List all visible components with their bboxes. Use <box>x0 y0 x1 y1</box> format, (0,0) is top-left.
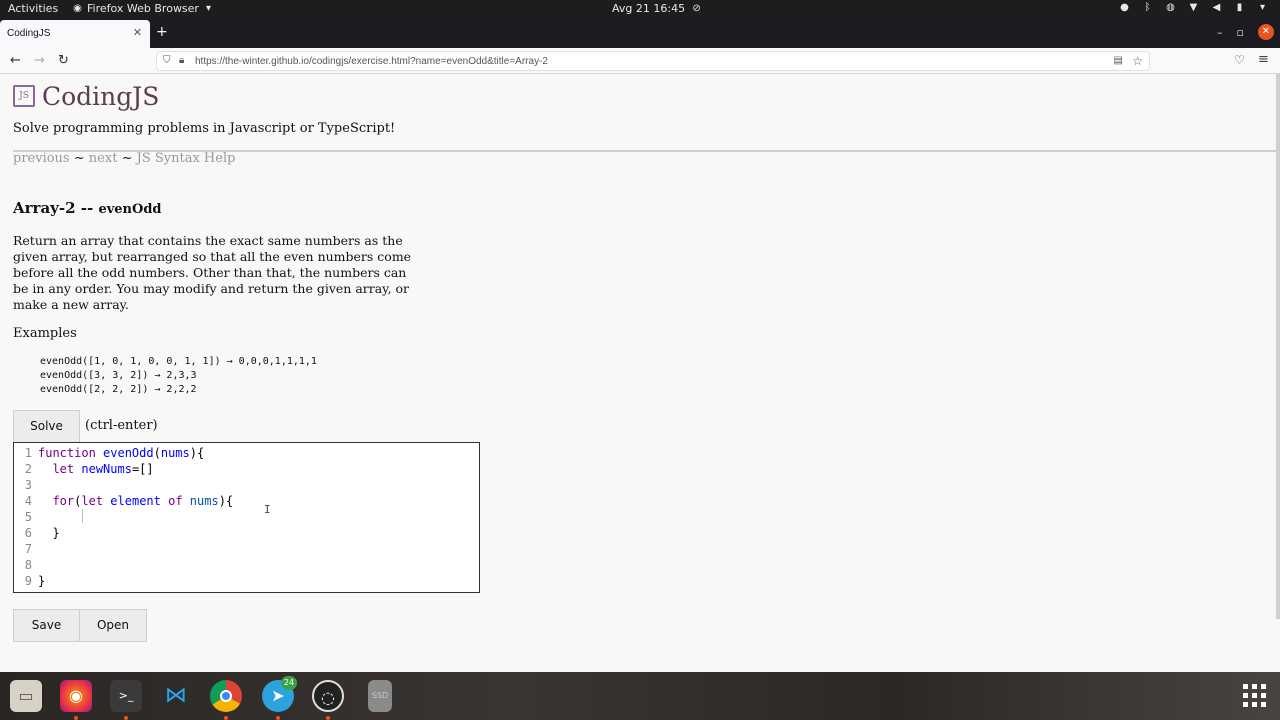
back-icon[interactable]: ← <box>10 53 21 68</box>
mouse-ibeam-icon: I <box>264 503 271 516</box>
line-number: 1 <box>24 446 32 460</box>
code-line[interactable]: function evenOdd(nums){ <box>38 445 204 461</box>
running-indicator <box>224 716 228 720</box>
line-number: 9 <box>24 574 32 588</box>
wifi-icon[interactable]: ▼ <box>1188 2 1199 13</box>
url-bar[interactable]: ⛉ 🔒︎ https://the-winter.github.io/coding… <box>156 51 1150 71</box>
new-tab-icon[interactable]: + <box>156 24 168 40</box>
line-number: 8 <box>24 558 32 572</box>
terminal-app-icon[interactable]: >_ <box>110 680 142 712</box>
firefox-app-icon[interactable]: ◉ <box>60 680 92 712</box>
exercise-nav: previous ~ next ~ JS Syntax Help <box>13 151 235 166</box>
lock-icon[interactable]: 🔒︎ <box>179 55 184 66</box>
volume-icon[interactable]: ◀ <box>1211 2 1222 13</box>
code-line[interactable]: } <box>38 573 45 589</box>
page-scrollbar[interactable] <box>1276 74 1280 619</box>
code-line[interactable]: let newNums=[] <box>38 461 153 477</box>
line-number: 3 <box>24 478 32 492</box>
tab-title: CodingJS <box>7 28 51 39</box>
chevron-down-icon: ▾ <box>205 3 211 14</box>
running-indicator <box>74 716 78 720</box>
close-window-icon[interactable]: ✕ <box>1258 24 1274 40</box>
line-number: 6 <box>24 526 32 540</box>
navigation-toolbar: ← → ↻ ⛉ 🔒︎ https://the-winter.github.io/… <box>0 48 1280 74</box>
vscode-app-icon[interactable]: ⋈ <box>160 680 192 712</box>
notifications-muted-icon: ⊘ <box>692 3 701 14</box>
bookmark-star-icon[interactable]: ☆ <box>1132 54 1143 68</box>
nav-separator: ~ <box>73 151 85 166</box>
text-cursor <box>82 509 83 523</box>
system-tray[interactable]: ● ᛒ ◍ ▼ ◀ ▮ ▾ <box>1119 2 1268 13</box>
examples-heading: Examples <box>13 326 77 341</box>
save-button[interactable]: Save <box>13 609 80 642</box>
clock[interactable]: Avg 21 16:45 ⊘ <box>612 2 702 15</box>
example-line: evenOdd([1, 0, 1, 0, 0, 1, 1]) → 0,0,0,1… <box>40 356 317 367</box>
close-tab-icon[interactable]: ✕ <box>133 26 142 39</box>
nav-separator: ~ <box>121 151 133 166</box>
tab-codingjs[interactable]: CodingJS ✕ <box>0 20 150 48</box>
tracking-shield-icon[interactable]: ⛉ <box>163 55 171 66</box>
obs-tray-icon[interactable]: ● <box>1119 2 1130 13</box>
exercise-title: Array-2 -- evenOdd <box>13 199 162 217</box>
window-controls: – ▫ ✕ <box>1217 24 1274 40</box>
example-line: evenOdd([3, 3, 2]) → 2,3,3 <box>40 370 197 381</box>
minimize-icon[interactable]: – <box>1217 26 1223 39</box>
disk-drive-icon[interactable]: SSD <box>368 680 392 712</box>
next-link[interactable]: next <box>89 151 118 166</box>
examples-list: evenOdd([1, 0, 1, 0, 0, 1, 1]) → 0,0,0,1… <box>40 355 317 397</box>
solve-button[interactable]: Solve <box>13 410 80 443</box>
firefox-small-icon: ◉ <box>73 3 82 14</box>
power-menu-icon[interactable]: ▾ <box>1257 2 1268 13</box>
bluetooth-icon[interactable]: ᛒ <box>1142 2 1153 13</box>
app-menu-label: Firefox Web Browser <box>87 2 199 15</box>
dock: ▭ ◉ >_ ⋈ ➤ ◌ SSD <box>0 672 1280 720</box>
running-indicator <box>124 716 128 720</box>
reload-icon[interactable]: ↻ <box>58 53 69 68</box>
exercise-description: Return an array that contains the exact … <box>13 233 412 312</box>
exercise-name: evenOdd <box>98 202 162 217</box>
open-button[interactable]: Open <box>79 609 147 642</box>
activities-button[interactable]: Activities <box>8 2 58 15</box>
codingjs-logo: JS <box>13 85 35 107</box>
exercise-category: Array-2 -- <box>13 199 94 217</box>
system-top-bar: Activities ◉ Firefox Web Browser ▾ Avg 2… <box>0 0 1280 18</box>
running-indicator <box>276 716 280 720</box>
battery-icon[interactable]: ▮ <box>1234 2 1245 13</box>
chrome-app-icon[interactable] <box>210 680 242 712</box>
solve-shortcut-hint: (ctrl-enter) <box>85 418 158 433</box>
chrome-tray-icon[interactable]: ◍ <box>1165 2 1176 13</box>
line-number: 4 <box>24 494 32 508</box>
url-text[interactable]: https://the-winter.github.io/codingjs/ex… <box>195 56 548 67</box>
code-editor[interactable]: 1 function evenOdd(nums){ 2 let newNums=[… <box>13 442 480 593</box>
hamburger-menu-icon[interactable]: ≡ <box>1258 52 1269 67</box>
telegram-unread-badge: 24 <box>281 676 297 690</box>
forward-icon[interactable]: → <box>34 53 45 68</box>
site-tagline: Solve programming problems in Javascript… <box>13 121 396 136</box>
reader-view-icon[interactable]: ▤ <box>1114 55 1123 66</box>
files-app-icon[interactable]: ▭ <box>10 680 42 712</box>
clock-text: Avg 21 16:45 <box>612 2 686 15</box>
obs-app-icon[interactable]: ◌ <box>312 680 344 712</box>
app-menu[interactable]: ◉ Firefox Web Browser ▾ <box>72 2 214 15</box>
code-line[interactable]: } <box>38 525 59 541</box>
line-number: 5 <box>24 510 32 524</box>
maximize-icon[interactable]: ▫ <box>1237 26 1244 39</box>
pocket-icon[interactable]: ♡ <box>1234 53 1245 67</box>
running-indicator <box>326 716 330 720</box>
example-line: evenOdd([2, 2, 2]) → 2,2,2 <box>40 384 197 395</box>
show-applications-icon[interactable] <box>1243 684 1267 708</box>
page-content: JS CodingJS Solve programming problems i… <box>0 74 1280 672</box>
line-number: 2 <box>24 462 32 476</box>
previous-link[interactable]: previous <box>13 151 70 166</box>
site-title: CodingJS <box>42 82 160 111</box>
line-number: 7 <box>24 542 32 556</box>
js-syntax-help-link[interactable]: JS Syntax Help <box>137 151 236 166</box>
code-line[interactable]: for(let element of nums){ <box>38 493 233 509</box>
tab-strip: CodingJS ✕ + – ▫ ✕ <box>0 18 1280 48</box>
